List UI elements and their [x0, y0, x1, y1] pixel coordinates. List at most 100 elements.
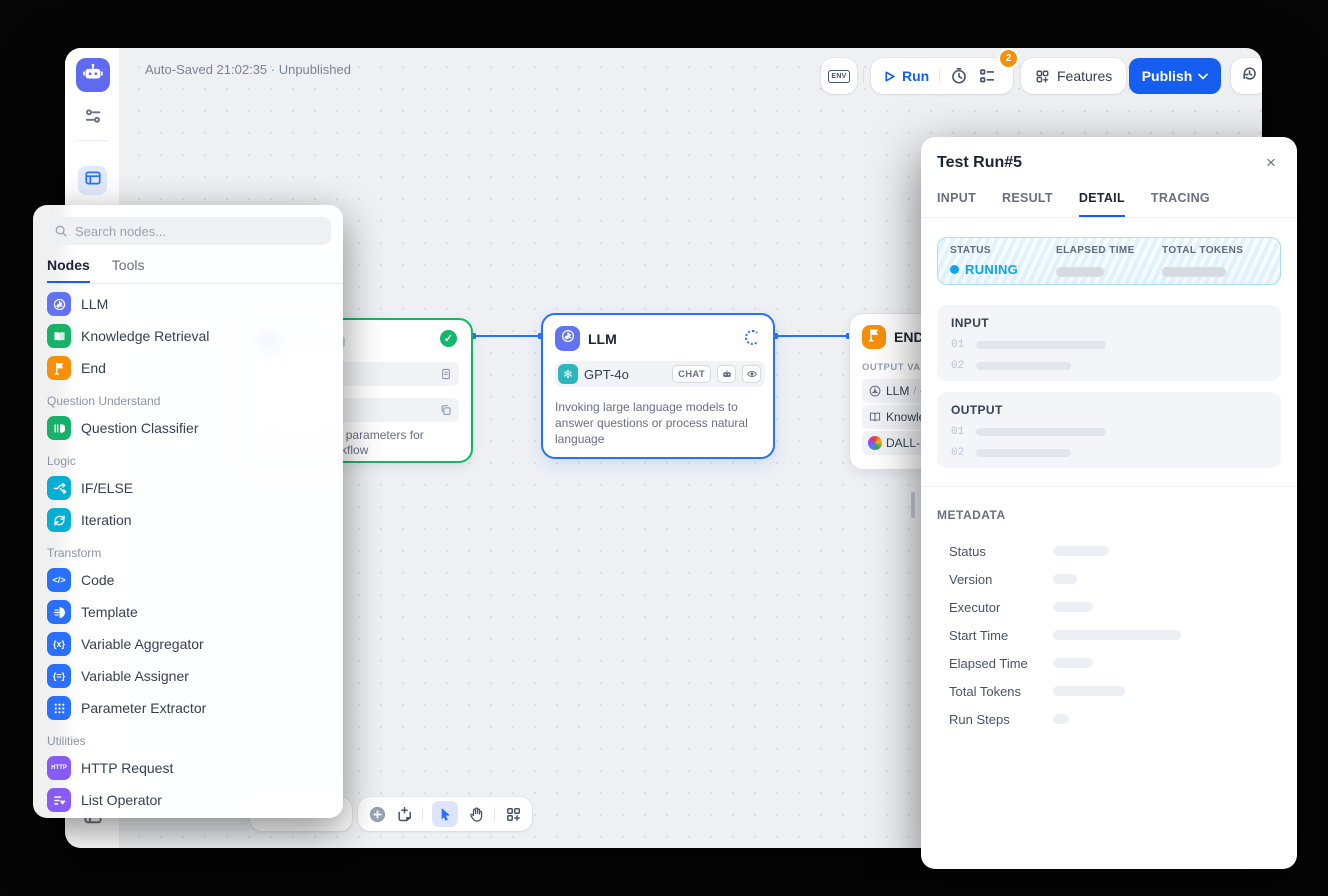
tab-detail[interactable]: DETAIL [1079, 191, 1125, 217]
node-search[interactable] [45, 217, 331, 245]
varx-icon: {x} [47, 632, 71, 656]
node-list-item[interactable]: {=}Variable Assigner [39, 660, 337, 692]
status-value: RUNING [965, 262, 1018, 277]
node-list-item[interactable]: Parameter Extractor [39, 692, 337, 724]
node-list-item[interactable]: Iteration [39, 504, 337, 536]
node-list-item[interactable]: </>Code [39, 564, 337, 596]
features-icon [1035, 69, 1050, 84]
hand-tool-button[interactable] [467, 805, 485, 823]
layout-icon [505, 806, 522, 823]
checklist-badge: 2 [1000, 50, 1017, 67]
output-section: OUTPUT 01 02 [937, 392, 1281, 468]
search-input[interactable] [75, 224, 322, 239]
model-selector[interactable]: ✻ GPT-4o CHAT [555, 361, 765, 387]
chat-mode-badge: CHAT [672, 365, 711, 383]
node-list: LLMKnowledge RetrievalEndQuestion Unders… [33, 284, 343, 818]
node-picker-panel: Nodes Tools LLMKnowledge RetrievalEndQue… [33, 205, 343, 818]
total-tokens-label: TOTAL TOKENS [1162, 245, 1268, 256]
agent-badge-icon [717, 365, 736, 383]
add-node-button[interactable] [368, 805, 386, 823]
node-panel-tabs: Nodes Tools [33, 245, 343, 284]
panel-title: Test Run#5 [937, 154, 1022, 172]
vision-badge-icon [742, 365, 761, 383]
publish-button[interactable]: Publish [1129, 58, 1221, 94]
checklist-icon[interactable] [978, 67, 996, 85]
node-list-item[interactable]: Knowledge Retrieval [39, 320, 337, 352]
book-ref-icon [868, 410, 882, 424]
env-button[interactable]: ENV [821, 58, 857, 94]
tab-result[interactable]: RESULT [1002, 191, 1053, 217]
tab-tracing[interactable]: TRACING [1151, 191, 1210, 217]
toolbar-divider [863, 69, 864, 83]
openai-icon: ✻ [558, 364, 578, 384]
node-list-item[interactable]: {x}Variable Aggregator [39, 628, 337, 660]
organize-blocks-button[interactable] [504, 805, 522, 823]
tab-nodes[interactable]: Nodes [47, 257, 90, 283]
metadata-rows: StatusVersionExecutorStart TimeElapsed T… [949, 537, 1279, 733]
tab-input[interactable]: INPUT [937, 191, 976, 217]
node-list-item[interactable]: Template [39, 596, 337, 628]
close-icon[interactable]: × [1259, 151, 1283, 175]
metadata-row: Executor [949, 593, 1279, 621]
sliders-icon[interactable] [83, 106, 103, 126]
node-list-item[interactable]: End [39, 352, 337, 384]
loading-spinner-icon [745, 330, 760, 345]
canvas-toolbar [358, 797, 532, 831]
status-card: STATUS RUNING ELAPSED TIME TOTAL TOKENS [937, 237, 1281, 285]
play-icon [883, 70, 896, 83]
node-section-title: Transform [39, 536, 337, 564]
llm-icon [47, 292, 71, 316]
http-icon: HTTP [47, 756, 71, 780]
vareq-icon: {=} [47, 664, 71, 688]
classifier-icon [47, 416, 71, 440]
metadata-row: Status [949, 537, 1279, 565]
elapsed-skeleton [1056, 267, 1104, 277]
tab-tools[interactable]: Tools [112, 257, 145, 283]
node-list-item[interactable]: Question Classifier [39, 412, 337, 444]
split-icon [47, 476, 71, 500]
pointer-tool-button[interactable] [432, 801, 458, 827]
history-icon [1241, 65, 1258, 87]
metadata-row: Elapsed Time [949, 649, 1279, 677]
flag-icon [47, 356, 71, 380]
node-list-item[interactable]: HTTPHTTP Request [39, 752, 337, 784]
screen-root: { "topbar": { "autosave": "Auto-Saved 21… [0, 0, 1328, 896]
version-history-button[interactable] [1231, 58, 1262, 94]
metadata-label: METADATA [937, 508, 1006, 522]
node-section-title: Question Understand [39, 384, 337, 412]
run-history-icon[interactable] [950, 67, 968, 85]
document-icon [439, 367, 453, 381]
loop-icon [47, 508, 71, 532]
grid-icon [47, 696, 71, 720]
metadata-row: Total Tokens [949, 677, 1279, 705]
llm-ref-icon [868, 384, 882, 398]
window-icon [84, 169, 102, 192]
llm-node[interactable]: LLM ✻ GPT-4o CHAT Invoking large languag… [541, 313, 775, 459]
llm-node-icon [555, 326, 580, 351]
node-list-item[interactable]: List Operator [39, 784, 337, 816]
run-button[interactable]: Run [883, 68, 929, 84]
features-button[interactable]: Features [1021, 58, 1126, 94]
model-name: GPT-4o [584, 367, 666, 382]
add-note-button[interactable] [395, 805, 413, 823]
test-run-panel: Test Run#5 × INPUT RESULT DETAIL TRACING ST… [921, 137, 1297, 869]
metadata-row: Version [949, 565, 1279, 593]
input-section: INPUT 01 02 [937, 305, 1281, 381]
success-check-icon: ✓ [440, 330, 457, 347]
env-icon: ENV [828, 70, 849, 83]
code-icon: </> [47, 568, 71, 592]
tokens-skeleton [1162, 267, 1226, 277]
node-list-item[interactable]: LLM [39, 288, 337, 320]
template-icon [47, 600, 71, 624]
sidebar-divider [77, 140, 108, 141]
node-section-title: Logic [39, 444, 337, 472]
canvas-scrollbar[interactable] [911, 492, 915, 518]
app-logo[interactable] [76, 58, 110, 92]
edge-start-to-llm [473, 335, 541, 337]
search-icon [54, 224, 68, 238]
metadata-row: Start Time [949, 621, 1279, 649]
autosave-status: Auto-Saved 21:02:35 · Unpublished [145, 62, 351, 77]
node-list-item[interactable]: IF/ELSE [39, 472, 337, 504]
book-icon [47, 324, 71, 348]
workflow-panel-button[interactable] [78, 166, 107, 195]
